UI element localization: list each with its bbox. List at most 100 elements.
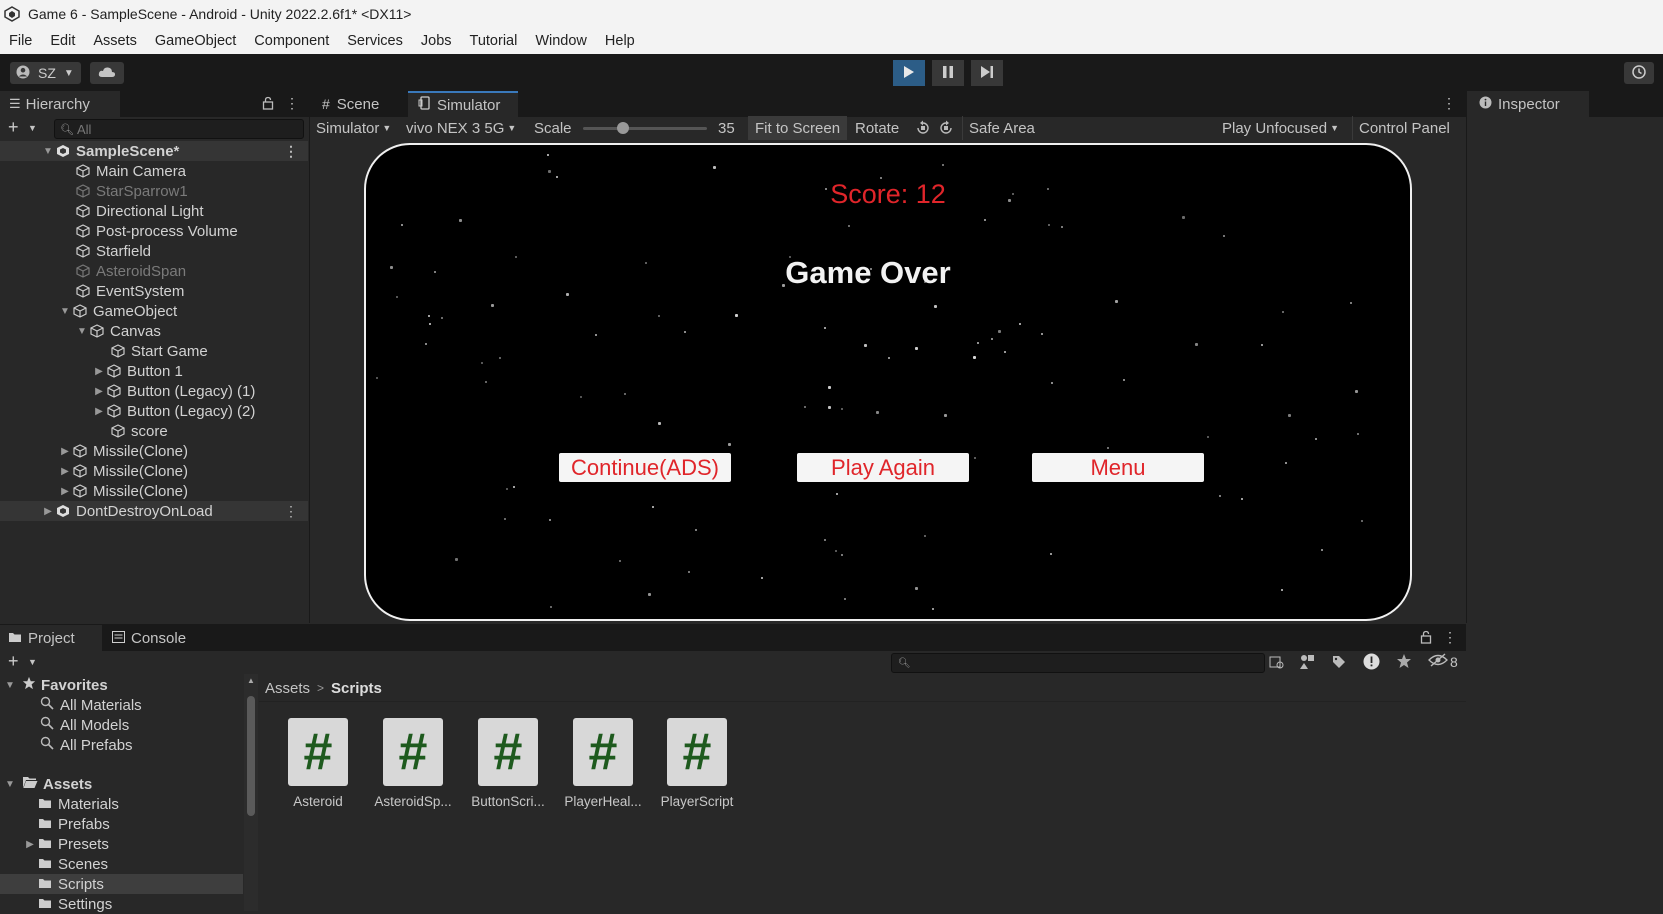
history-button[interactable] (1624, 62, 1654, 84)
menu-gameobject[interactable]: GameObject (146, 33, 245, 49)
play-mode-dropdown[interactable]: Play Unfocused ▼ (1222, 116, 1339, 140)
chevron-down-icon[interactable]: ▼ (28, 123, 37, 133)
expand-arrow-icon[interactable]: ▶ (93, 386, 105, 397)
simulator-mode-dropdown[interactable]: Simulator ▼ (316, 116, 391, 140)
menu-window[interactable]: Window (526, 33, 596, 49)
play-button[interactable] (893, 60, 925, 86)
search-by-type-icon[interactable] (1269, 654, 1285, 673)
device-screen[interactable]: Score: 12 Game Over (364, 143, 1412, 621)
expand-arrow-icon[interactable]: ▶ (93, 406, 105, 417)
hierarchy-item[interactable]: ▼ Canvas (0, 321, 308, 341)
menu-assets[interactable]: Assets (84, 33, 146, 49)
tree-scrollbar[interactable]: ▲ (244, 674, 258, 911)
expand-arrow-icon[interactable]: ▶ (59, 446, 71, 457)
hierarchy-item[interactable]: ▶ Missile(Clone) (0, 461, 308, 481)
tab-simulator[interactable]: Simulator (408, 91, 518, 117)
hierarchy-item[interactable]: Start Game (0, 341, 308, 361)
folder-item[interactable]: ▶ Presets (22, 834, 109, 854)
chevron-down-icon[interactable]: ▼ (28, 657, 37, 667)
more-icon[interactable]: ⋮ (1443, 629, 1457, 646)
expand-arrow-icon[interactable]: ▶ (22, 839, 38, 850)
script-asset[interactable]: # AsteroidSp... (367, 718, 459, 809)
folder-item[interactable]: Settings (22, 894, 112, 914)
hierarchy-item[interactable]: AsteroidSpan (0, 261, 308, 281)
favorite-star-icon[interactable] (1396, 653, 1412, 672)
label-icon[interactable] (1331, 654, 1347, 673)
hierarchy-item[interactable]: score (0, 421, 308, 441)
filter-type-icon[interactable] (1299, 654, 1315, 673)
favorite-item[interactable]: All Models (40, 715, 129, 735)
hierarchy-item[interactable]: ▶ Button 1 (0, 361, 308, 381)
favorite-item[interactable]: All Materials (40, 695, 142, 715)
tab-hierarchy[interactable]: ☰ Hierarchy (0, 91, 120, 117)
menu-component[interactable]: Component (245, 33, 338, 49)
project-search-input[interactable]: 🔍︎ (891, 653, 1265, 673)
assets-row[interactable]: ▼ Assets (4, 774, 92, 794)
device-dropdown[interactable]: vivo NEX 3 5G ▼ (406, 116, 516, 140)
hierarchy-item[interactable]: StarSparrow1 (0, 181, 308, 201)
expand-arrow-icon[interactable]: ▶ (93, 366, 105, 377)
expand-arrow-icon[interactable]: ▼ (4, 680, 16, 691)
add-icon[interactable]: + (8, 117, 19, 138)
hierarchy-item[interactable]: EventSystem (0, 281, 308, 301)
script-asset[interactable]: # PlayerHeal... (557, 718, 649, 809)
scale-slider[interactable] (583, 122, 707, 134)
rotate-right-icon[interactable] (938, 116, 954, 140)
folder-item-selected[interactable]: Scripts (22, 874, 104, 894)
script-asset[interactable]: # PlayerScript (651, 718, 743, 809)
expand-arrow-icon[interactable]: ▼ (59, 306, 71, 317)
menu-file[interactable]: File (0, 33, 41, 49)
expand-arrow-icon[interactable]: ▶ (59, 466, 71, 477)
script-asset[interactable]: # Asteroid (272, 718, 364, 809)
expand-arrow-icon[interactable]: ▶ (42, 506, 54, 517)
favorites-row[interactable]: ▼ Favorites (4, 675, 108, 695)
more-icon[interactable]: ⋮ (1442, 95, 1456, 112)
expand-arrow-icon[interactable]: ▼ (4, 779, 16, 790)
lock-icon[interactable] (262, 96, 274, 113)
fit-to-screen-button[interactable]: Fit to Screen (748, 116, 848, 140)
continue-ads-button[interactable]: Continue(ADS) (559, 453, 731, 482)
menu-services[interactable]: Services (338, 33, 412, 49)
pause-button[interactable] (932, 60, 964, 86)
folder-item[interactable]: Prefabs (22, 814, 110, 834)
menu-button[interactable]: Menu (1032, 453, 1204, 482)
hierarchy-item-dontdestroy[interactable]: ▶ DontDestroyOnLoad ⋮ (0, 501, 308, 521)
expand-arrow-icon[interactable]: ▼ (76, 326, 88, 337)
favorite-item[interactable]: All Prefabs (40, 735, 133, 755)
safe-area-toggle[interactable]: Safe Area (962, 116, 1035, 140)
hierarchy-item[interactable]: Post-process Volume (0, 221, 308, 241)
expand-arrow-icon[interactable]: ▼ (42, 146, 54, 157)
script-asset[interactable]: # ButtonScri... (462, 718, 554, 809)
hierarchy-item[interactable]: ▶ Button (Legacy) (2) (0, 401, 308, 421)
hierarchy-item[interactable]: Starfield (0, 241, 308, 261)
menu-jobs[interactable]: Jobs (412, 33, 461, 49)
chevron-up-icon[interactable]: ▲ (247, 676, 255, 685)
control-panel-button[interactable]: Control Panel (1352, 116, 1450, 140)
lock-icon[interactable] (1420, 630, 1432, 647)
hierarchy-item[interactable]: Main Camera (0, 161, 308, 181)
account-dropdown[interactable]: SZ ▼ (10, 62, 81, 84)
expand-arrow-icon[interactable]: ▶ (59, 486, 71, 497)
tab-inspector[interactable]: Inspector (1467, 91, 1589, 117)
menu-help[interactable]: Help (596, 33, 644, 49)
hidden-packages-toggle[interactable]: 8 (1428, 653, 1458, 670)
breadcrumb-assets[interactable]: Assets (265, 680, 310, 697)
more-icon[interactable]: ⋮ (284, 503, 298, 520)
more-icon[interactable]: ⋮ (285, 95, 299, 112)
hierarchy-item[interactable]: ▶ Button (Legacy) (1) (0, 381, 308, 401)
folder-item[interactable]: Materials (22, 794, 119, 814)
hierarchy-search-input[interactable]: 🔍︎ All (54, 119, 304, 139)
hierarchy-item[interactable]: Directional Light (0, 201, 308, 221)
rotate-left-icon[interactable] (915, 116, 931, 140)
warning-icon[interactable] (1363, 653, 1380, 673)
cloud-button[interactable] (90, 62, 124, 84)
step-button[interactable] (971, 60, 1003, 86)
add-icon[interactable]: + (8, 651, 19, 672)
breadcrumb-scripts[interactable]: Scripts (331, 680, 382, 697)
tab-console[interactable]: Console (102, 625, 202, 651)
menu-tutorial[interactable]: Tutorial (461, 33, 527, 49)
scale-slider-thumb[interactable] (616, 122, 629, 134)
hierarchy-item[interactable]: ▶ Missile(Clone) (0, 441, 308, 461)
menu-edit[interactable]: Edit (41, 33, 84, 49)
tab-project[interactable]: Project (0, 625, 102, 651)
